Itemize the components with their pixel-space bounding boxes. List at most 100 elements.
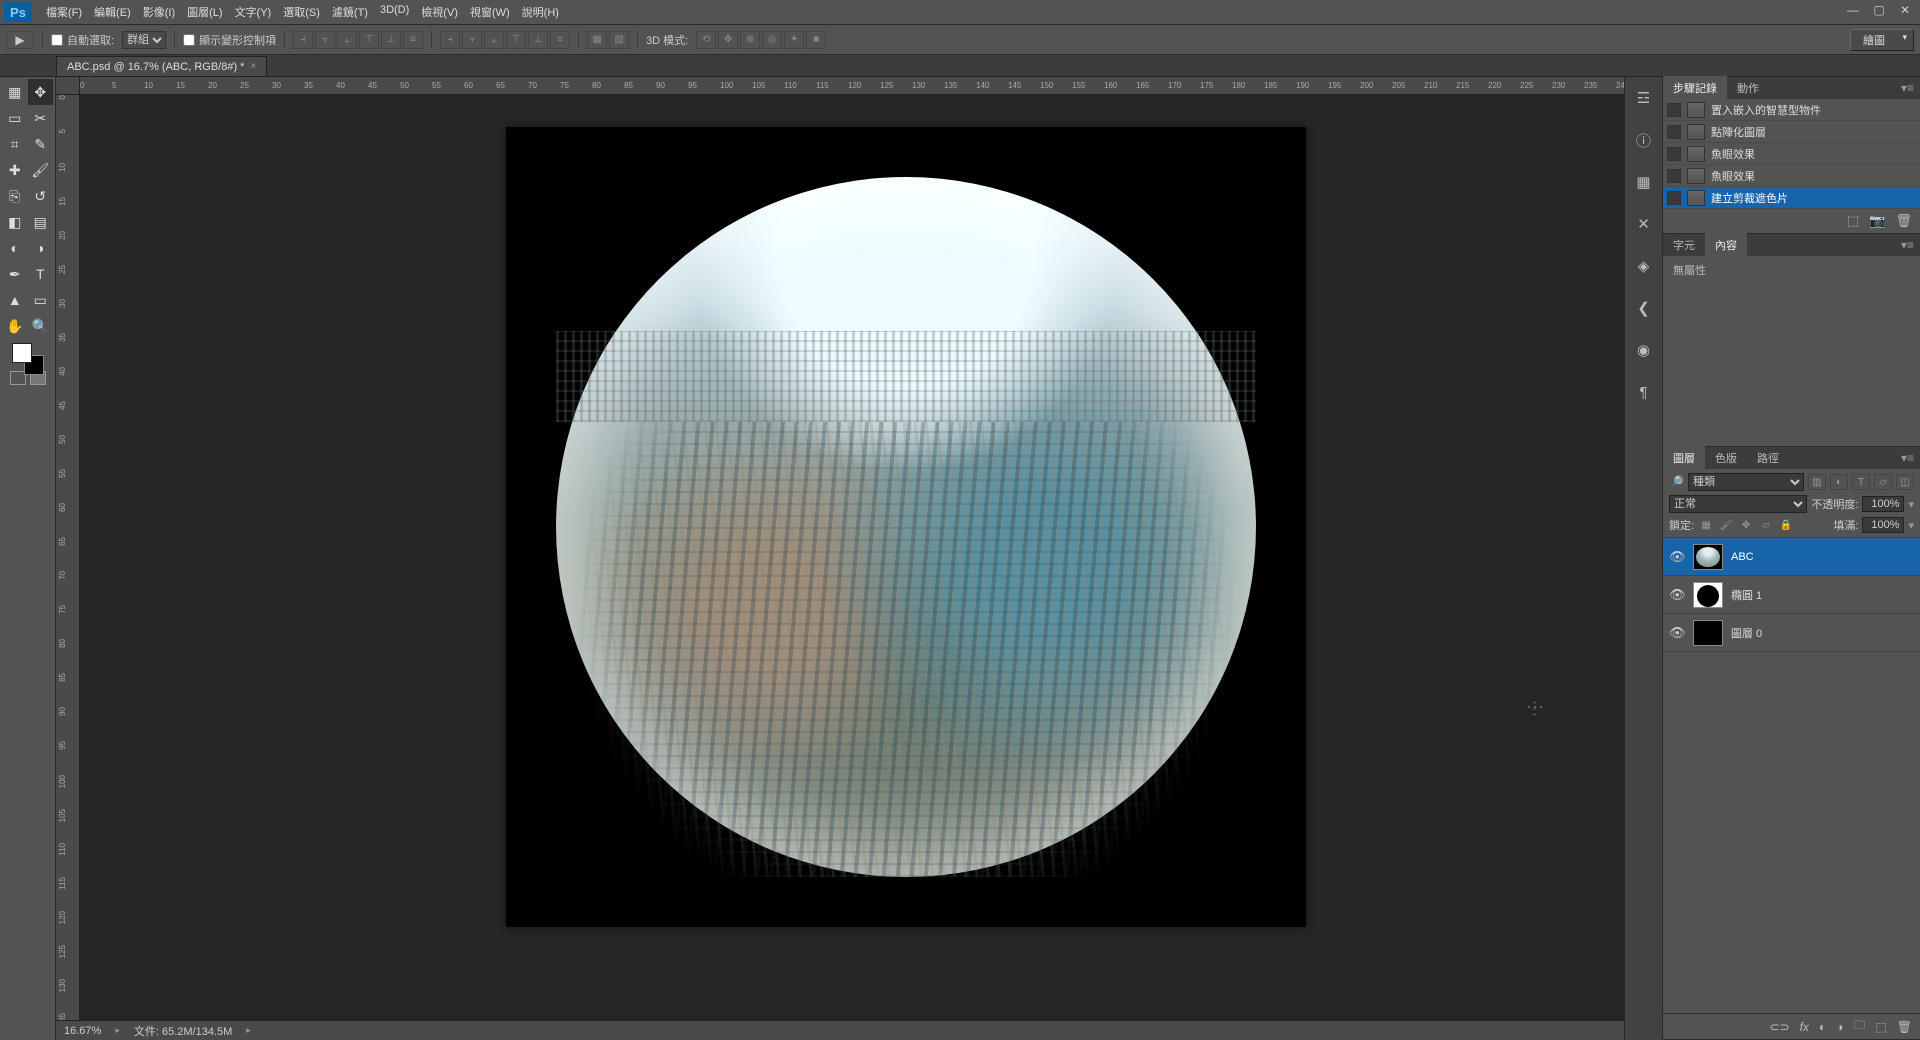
lock-nest-icon[interactable]: ▱ [1758,518,1774,532]
window-minimize[interactable]: — [1842,2,1864,18]
status-flyout-icon[interactable]: ▸ [246,1025,251,1036]
history-row[interactable]: 點陣化圖層 [1663,121,1920,143]
history-row[interactable]: 建立剪裁遮色片 [1663,187,1920,209]
ruler-vertical[interactable]: 0510152025303540455055606570758085909510… [56,95,80,1040]
history-check-icon[interactable] [1667,125,1681,139]
auto-select-target[interactable]: 群組 [122,31,166,49]
menu-item[interactable]: 選取(S) [277,0,326,24]
filter-type-icon[interactable]: T [1852,474,1870,490]
visibility-icon[interactable]: 👁 [1669,587,1685,603]
marquee-tool[interactable]: ▭ [2,105,28,131]
tab-paths[interactable]: 路徑 [1747,446,1789,470]
menu-item[interactable]: 濾鏡(T) [326,0,374,24]
filter-pixel-icon[interactable]: ▥ [1808,474,1826,490]
close-icon[interactable]: × [250,61,256,72]
lock-paint-icon[interactable]: 🖌 [1718,518,1734,532]
menu-item[interactable]: 圖層(L) [181,0,228,24]
visibility-icon[interactable]: 👁 [1669,625,1685,641]
current-tool-indicator[interactable]: ▶ [6,31,34,49]
link-layers-icon[interactable]: ⊂⊃ [1769,1020,1789,1034]
align-left-icon[interactable]: ⫞ [293,31,313,49]
layer-thumb[interactable] [1693,620,1723,646]
layer-row[interactable]: 👁 ABC [1663,538,1920,576]
menu-item[interactable]: 影像(I) [137,0,181,24]
tab-properties[interactable]: 內容 [1705,233,1747,257]
move-tool[interactable]: ✥ [28,79,54,105]
lock-trans-icon[interactable]: ▦ [1698,518,1714,532]
type-tool[interactable]: T [28,261,54,287]
window-close[interactable]: ✕ [1894,2,1916,18]
fill-value[interactable]: 100% [1862,517,1904,533]
dodge-tool[interactable]: ◑ [28,235,54,261]
layer-group-icon[interactable]: 🗀 [1853,1016,1865,1037]
eraser-tool[interactable]: ◧ [2,209,28,235]
layer-row[interactable]: 👁 圖層 0 [1663,614,1920,652]
panel-menu-icon[interactable]: ▾≡ [1895,451,1920,465]
tab-layers[interactable]: 圖層 [1663,446,1705,470]
history-row[interactable]: 置入嵌入的智慧型物件 [1663,99,1920,121]
window-maximize[interactable]: ▢ [1868,2,1890,18]
menu-item[interactable]: 視窗(W) [464,0,516,24]
canvas-area[interactable]: 0510152025303540455055606570758085909510… [56,77,1624,1040]
zoom-flyout-icon[interactable]: ▸ [115,1025,120,1036]
blur-tool[interactable]: ◐ [2,235,28,261]
healing-tool[interactable]: ✚ [2,157,28,183]
crop-tool[interactable]: ⌗ [2,131,28,157]
lock-all-icon[interactable]: 🔒 [1778,518,1794,532]
dock-swatches-icon[interactable]: ▦ [1631,169,1657,195]
menu-item[interactable]: 3D(D) [374,0,415,24]
tab-character[interactable]: 字元 [1663,233,1705,257]
layer-fx-icon[interactable]: fx [1800,1020,1809,1034]
shape-tool[interactable]: ▭ [28,287,54,313]
layer-name[interactable]: ABC [1731,551,1754,563]
lock-pos-icon[interactable]: ✥ [1738,518,1754,532]
move-tool-flyout[interactable]: ▦ [2,79,28,105]
menu-item[interactable]: 編輯(E) [88,0,137,24]
menu-item[interactable]: 檢視(V) [415,0,464,24]
filter-shape-icon[interactable]: ▱ [1874,474,1892,490]
history-check-icon[interactable] [1667,147,1681,161]
menu-item[interactable]: 文字(Y) [229,0,278,24]
adjustment-layer-icon[interactable]: ◑ [1836,1020,1843,1034]
history-row[interactable]: 魚眼效果 [1663,165,1920,187]
history-check-icon[interactable] [1667,103,1681,117]
auto-select-checkbox[interactable]: 自動選取: [51,32,114,48]
path-select-tool[interactable]: ▲ [2,287,28,313]
history-brush-tool[interactable]: ↺ [28,183,54,209]
layer-name[interactable]: 橢圓 1 [1731,587,1762,603]
workspace-selector[interactable]: 繪圖 [1850,29,1914,51]
delete-layer-icon[interactable]: 🗑 [1897,1020,1912,1034]
dock-3d-icon[interactable]: ◈ [1631,253,1657,279]
dock-history-icon[interactable]: ☲ [1631,85,1657,111]
history-snapshot-icon[interactable]: ⬚ [1847,213,1859,229]
history-row[interactable]: 魚眼效果 [1663,143,1920,165]
layer-row[interactable]: 👁 橢圓 1 [1663,576,1920,614]
lasso-tool[interactable]: ✂ [28,105,54,131]
pen-tool[interactable]: ✒ [2,261,28,287]
document-tab[interactable]: ABC.psd @ 16.7% (ABC, RGB/8#) * × [56,56,267,76]
visibility-icon[interactable]: 👁 [1669,549,1685,565]
history-trash-icon[interactable]: 🗑 [1895,213,1912,229]
history-check-icon[interactable] [1667,169,1681,183]
dock-libraries-icon[interactable]: ❮ [1631,295,1657,321]
layer-mask-icon[interactable]: ◐ [1819,1020,1826,1034]
layer-thumb[interactable] [1693,544,1723,570]
stamp-tool[interactable]: ⎘ [2,183,28,209]
color-swatches[interactable] [2,339,53,379]
zoom-level[interactable]: 16.67% [64,1025,101,1037]
history-camera-icon[interactable]: 📷 [1869,213,1885,229]
layer-name[interactable]: 圖層 0 [1731,625,1762,641]
dock-paragraph-icon[interactable]: ¶ [1631,379,1657,405]
show-transform-checkbox[interactable]: 顯示變形控制項 [183,32,276,48]
layer-filter-select[interactable]: 種類 [1688,473,1804,491]
dock-info-icon[interactable]: ⓘ [1631,127,1657,153]
tab-actions[interactable]: 動作 [1727,76,1769,100]
history-check-icon[interactable] [1667,191,1681,205]
panel-menu-icon[interactable]: ▾≡ [1895,238,1920,252]
brush-tool[interactable]: 🖌 [28,157,54,183]
eyedropper-tool[interactable]: ✎ [28,131,54,157]
ruler-origin[interactable] [56,77,80,95]
ruler-horizontal[interactable]: 0510152025303540455055606570758085909510… [80,77,1624,95]
filter-smart-icon[interactable]: ◫ [1896,474,1914,490]
blend-mode-select[interactable]: 正常 [1669,495,1807,513]
